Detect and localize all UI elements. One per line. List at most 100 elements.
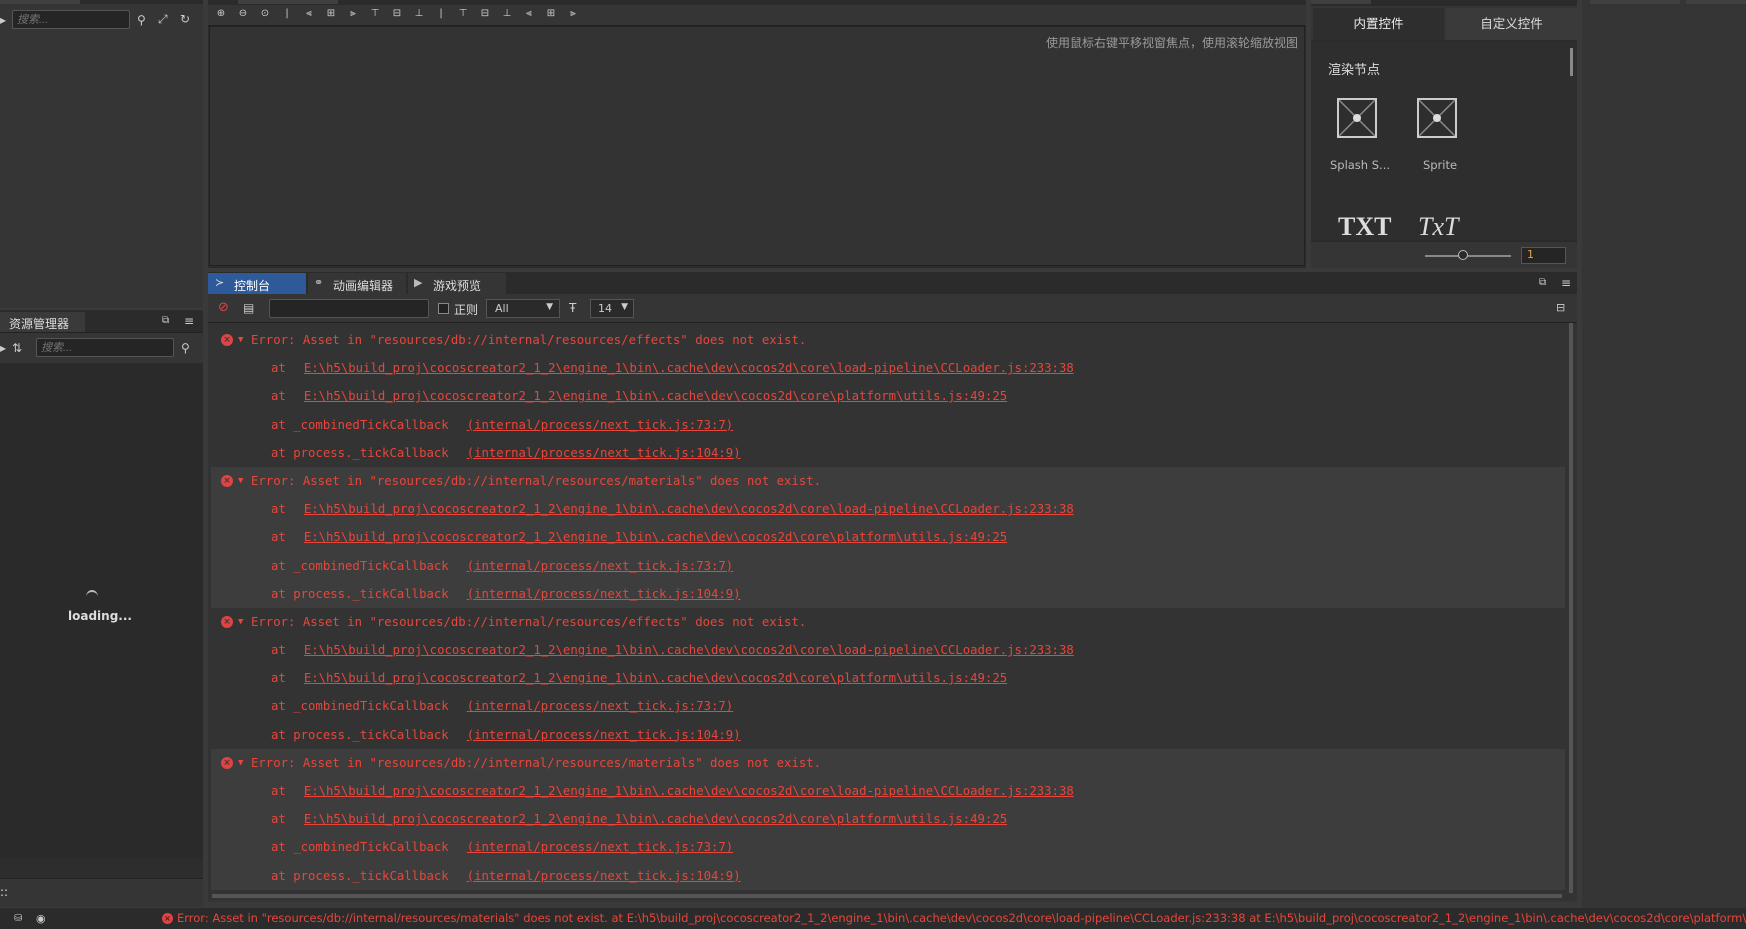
- log-entry[interactable]: × ▼ Error: Asset in "resources/db://intern…: [211, 326, 1565, 467]
- create-menu-icon[interactable]: ▸: [0, 13, 6, 27]
- tab-animation-label: 动画编辑器: [333, 279, 394, 293]
- align-bottom-icon[interactable]: ⊥: [412, 7, 426, 21]
- zoom-out-icon[interactable]: ⊖: [236, 7, 250, 21]
- stack-frame-link[interactable]: (internal/process/next_tick.js:104:9): [467, 728, 741, 742]
- zoom-reset-icon[interactable]: ⊙: [258, 7, 272, 21]
- label-widget-icon[interactable]: TXT: [1338, 212, 1391, 240]
- tab-custom-widgets[interactable]: 自定义控件: [1446, 8, 1577, 40]
- log-entry[interactable]: × ▼ Error: Asset in "resources/db://intern…: [211, 466, 1565, 608]
- expand-icon[interactable]: ⤢: [158, 12, 168, 26]
- distribute-top-icon[interactable]: ⊤: [456, 7, 470, 21]
- assets-search-input[interactable]: [36, 338, 174, 357]
- align-vcenter-icon[interactable]: ⊟: [390, 7, 404, 21]
- stack-frame-link[interactable]: E:\h5\build_proj\cocoscreator2_1_2\engin…: [304, 643, 1074, 657]
- font-size-select[interactable]: 14 ▼: [590, 299, 634, 318]
- stack-frame-link[interactable]: E:\h5\build_proj\cocoscreator2_1_2\engin…: [304, 671, 1007, 685]
- menu-icon[interactable]: ≡: [1561, 276, 1571, 290]
- align-hcenter-icon[interactable]: ⊞: [324, 7, 338, 21]
- search-icon[interactable]: ⚲: [137, 13, 146, 27]
- open-log-file-icon[interactable]: ▤: [243, 301, 254, 315]
- popout-icon[interactable]: ⧉: [1539, 276, 1546, 290]
- align-left-icon[interactable]: ⫷: [302, 7, 316, 21]
- sort-icon[interactable]: ⇅: [12, 341, 22, 355]
- zoom-slider[interactable]: [1425, 255, 1511, 257]
- stack-frame-row: at E:\h5\build_proj\cocoscreator2_1_2\eng…: [211, 636, 1565, 664]
- stack-frame-row: at E:\h5\build_proj\cocoscreator2_1_2\eng…: [211, 777, 1565, 805]
- status-message[interactable]: Error: Asset in "resources/db://internal…: [177, 911, 1746, 925]
- tab-builtin-widgets[interactable]: 内置控件: [1313, 8, 1444, 40]
- console-filter-input[interactable]: [269, 299, 429, 318]
- stack-frame-link[interactable]: (internal/process/next_tick.js:104:9): [467, 869, 741, 883]
- stack-frame-link[interactable]: E:\h5\build_proj\cocoscreator2_1_2\engin…: [304, 361, 1074, 375]
- scene-editor-panel: ⊕ ⊖ ⊙ | ⫷ ⊞ ⫸ ⊤ ⊟ ⊥ | ⊤ ⊟ ⊥ ⫷ ⊞ ⫸ 使用鼠标右键平移视窗焦点，使用滚轮缩放视图: [208, 0, 1306, 268]
- distribute-right-icon[interactable]: ⫸: [566, 7, 580, 21]
- stack-frame-link[interactable]: E:\h5\build_proj\cocoscreator2_1_2\engin…: [304, 389, 1007, 403]
- stack-frame-prefix: at: [271, 812, 286, 827]
- regex-checkbox[interactable]: [438, 303, 449, 314]
- popout-icon[interactable]: ⧉: [162, 314, 169, 328]
- scene-tab[interactable]: [238, 0, 338, 4]
- tab-animation[interactable]: ⚭ 动画编辑器: [308, 273, 406, 294]
- status-error-icon: ×: [162, 913, 173, 924]
- stack-frame-link[interactable]: (internal/process/next_tick.js:73:7): [467, 559, 734, 573]
- clear-icon[interactable]: ⊘: [218, 301, 229, 315]
- error-icon: ×: [221, 756, 233, 769]
- collapse-triangle-icon[interactable]: ▼: [238, 608, 243, 636]
- log-message-row[interactable]: × ▼ Error: Asset in "resources/db://intern…: [211, 467, 1565, 495]
- inspector-tab[interactable]: [1590, 0, 1680, 4]
- scene-viewport[interactable]: 使用鼠标右键平移视窗焦点，使用滚轮缩放视图: [209, 26, 1305, 266]
- console-panel: ≻ 控制台 ⚭ 动画编辑器 ▶ 游戏预览 ⧉ ≡ ⊘ ▤ 正则 All ▼ Ŧ …: [208, 272, 1577, 902]
- collapse-triangle-icon[interactable]: ▼: [238, 326, 243, 354]
- log-message-row[interactable]: × ▼ Error: Asset in "resources/db://intern…: [211, 749, 1565, 777]
- stack-frame-link[interactable]: (internal/process/next_tick.js:73:7): [467, 699, 734, 713]
- refresh-icon[interactable]: ↻: [180, 12, 190, 26]
- tab-console[interactable]: ≻ 控制台: [208, 273, 306, 294]
- hierarchy-search-input[interactable]: [12, 10, 130, 29]
- align-top-icon[interactable]: ⊤: [368, 7, 382, 21]
- menu-icon[interactable]: ≡: [184, 314, 194, 328]
- stack-frame-link[interactable]: E:\h5\build_proj\cocoscreator2_1_2\engin…: [304, 812, 1007, 826]
- richtext-widget-icon[interactable]: TxT: [1418, 212, 1458, 240]
- console-hscrollbar[interactable]: [212, 894, 1562, 898]
- log-message-row[interactable]: × ▼ Error: Asset in "resources/db://intern…: [211, 608, 1565, 636]
- stack-frame-link[interactable]: E:\h5\build_proj\cocoscreator2_1_2\engin…: [304, 530, 1007, 544]
- widget-library-tab[interactable]: [1311, 0, 1371, 4]
- assets-tab[interactable]: 资源管理器: [0, 312, 85, 332]
- distribute-vcenter-icon[interactable]: ⊟: [478, 7, 492, 21]
- database-icon[interactable]: ⛁: [14, 912, 22, 926]
- align-right-icon[interactable]: ⫸: [346, 7, 360, 21]
- distribute-hcenter-icon[interactable]: ⊞: [544, 7, 558, 21]
- search-icon[interactable]: ⚲: [181, 341, 190, 355]
- widget-item-sprite[interactable]: Sprite: [1405, 98, 1475, 178]
- hierarchy-tab[interactable]: [0, 0, 80, 4]
- create-menu-icon[interactable]: ▸: [0, 341, 6, 355]
- log-entry[interactable]: × ▼ Error: Asset in "resources/db://intern…: [211, 748, 1565, 890]
- log-level-select[interactable]: All ▼: [486, 299, 560, 318]
- stack-frame-row: at E:\h5\build_proj\cocoscreator2_1_2\eng…: [211, 354, 1565, 382]
- scene-hint: 使用鼠标右键平移视窗焦点，使用滚轮缩放视图: [1045, 36, 1298, 50]
- collapse-triangle-icon[interactable]: ▼: [238, 467, 243, 495]
- tab-preview[interactable]: ▶ 游戏预览: [408, 273, 506, 294]
- log-entry[interactable]: × ▼ Error: Asset in "resources/db://intern…: [211, 608, 1565, 749]
- stack-frame-link[interactable]: (internal/process/next_tick.js:73:7): [467, 840, 734, 854]
- widget-library-panel: 内置控件 自定义控件 渲染节点 Splash S... Sprite TXT T…: [1311, 0, 1577, 268]
- zoom-slider-handle[interactable]: [1458, 250, 1468, 260]
- collapse-triangle-icon[interactable]: ▼: [238, 749, 243, 777]
- distribute-left-icon[interactable]: ⫷: [522, 7, 536, 21]
- zoom-in-icon[interactable]: ⊕: [214, 7, 228, 21]
- stack-frame-link[interactable]: (internal/process/next_tick.js:104:9): [467, 446, 741, 460]
- stack-frame-link[interactable]: (internal/process/next_tick.js:104:9): [467, 587, 741, 601]
- inspector-tab-2[interactable]: [1686, 0, 1746, 4]
- stack-frame-link[interactable]: E:\h5\build_proj\cocoscreator2_1_2\engin…: [304, 502, 1074, 516]
- widget-scrollbar[interactable]: [1570, 48, 1573, 76]
- zoom-value-input[interactable]: 1: [1521, 247, 1566, 264]
- console-scrollbar[interactable]: [1569, 323, 1573, 893]
- eye-icon[interactable]: ◉: [36, 912, 46, 926]
- stack-frame-link[interactable]: (internal/process/next_tick.js:73:7): [467, 418, 734, 432]
- distribute-bottom-icon[interactable]: ⊥: [500, 7, 514, 21]
- stack-frame-link[interactable]: E:\h5\build_proj\cocoscreator2_1_2\engin…: [304, 784, 1074, 798]
- collapse-all-icon[interactable]: ⊟: [1556, 301, 1565, 315]
- widget-item-splash[interactable]: Splash S...: [1325, 98, 1395, 178]
- loading-spinner-icon: [86, 590, 98, 604]
- log-message-row[interactable]: × ▼ Error: Asset in "resources/db://intern…: [211, 326, 1565, 354]
